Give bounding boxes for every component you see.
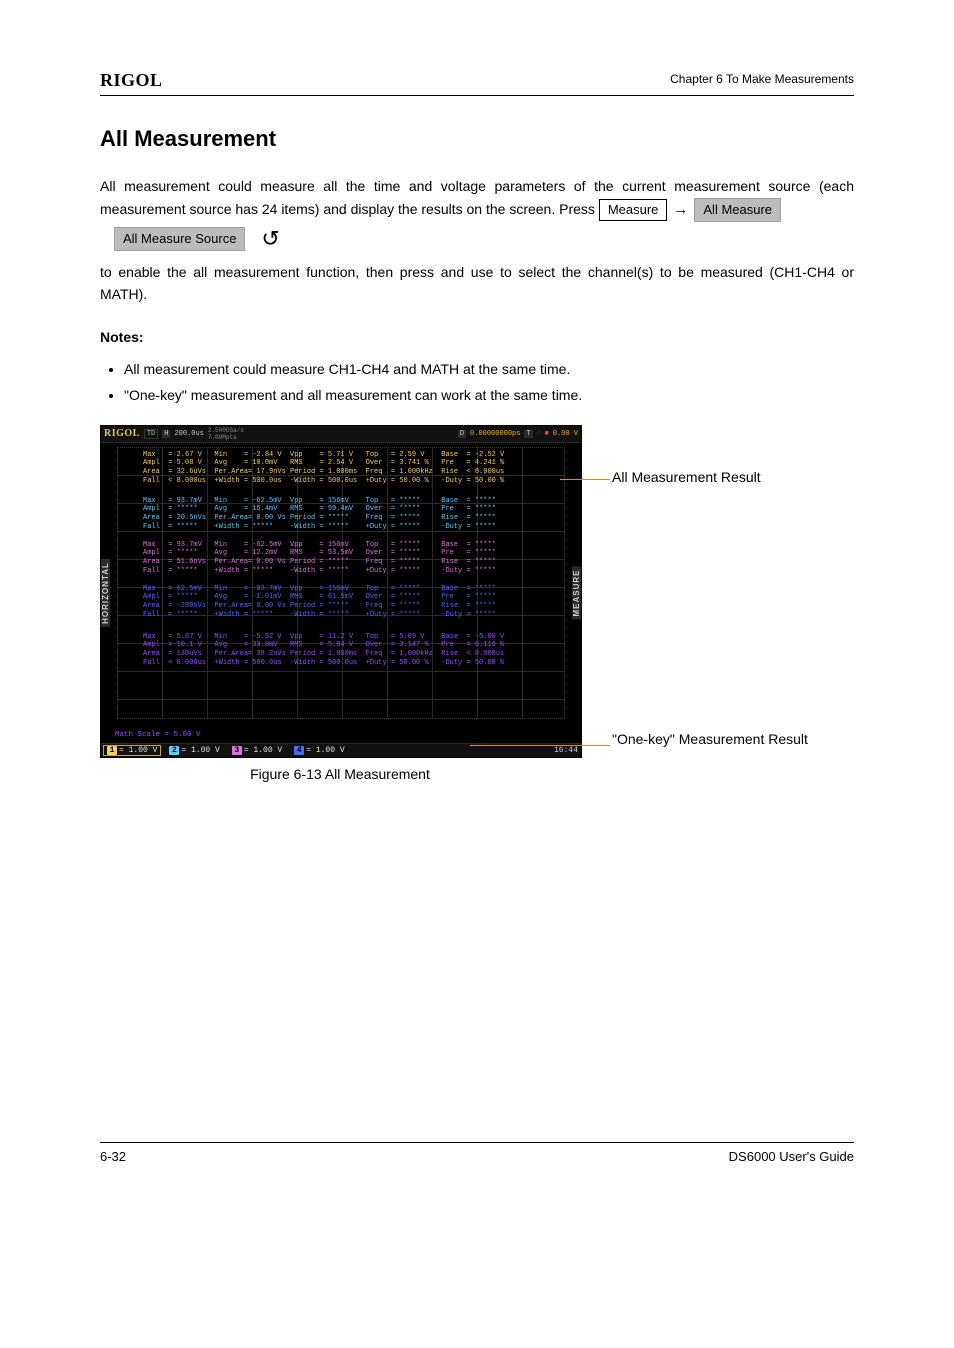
delay-value: 0.00000000ps (470, 430, 520, 438)
measure-row: Area = 51.6nVs Per.Area= 0.00 Vs Period … (143, 558, 559, 567)
srate-bot: 7.00Mpts (208, 434, 237, 441)
measure-row: Max = 93.7mV Min = -62.5mV Vpp = 156mV T… (143, 497, 559, 506)
note-item: All measurement could measure CH1-CH4 an… (124, 359, 854, 381)
channel-num: 3 (232, 746, 242, 755)
measure-row: Fall < 8.000us +Width = 500.0us -Width =… (143, 659, 559, 668)
scope-clock: 16:44 (554, 746, 578, 755)
header-rule (100, 95, 854, 96)
softkey-all-measure: All Measure (694, 198, 781, 222)
callout-all-measure: All Measurement Result (612, 469, 761, 485)
srate-top: 2.500GSa/s (208, 427, 244, 434)
measure-row: Area = 32.6uVs Per.Area= 17.9nVs Period … (143, 468, 559, 477)
channel-tab-1[interactable]: 1 = 1.00 V (104, 746, 160, 755)
measure-row: Area = 20.5nVs Per.Area= 0.00 Vs Period … (143, 514, 559, 523)
run-status: TD (144, 429, 158, 439)
channel-tab-4[interactable]: 4 = 1.00 V (291, 746, 347, 755)
measure-row: Fall < 8.000us +Width = 500.0us -Width =… (143, 477, 559, 486)
stop-icon: ■ (545, 430, 549, 438)
para-text-tail: and use (441, 264, 500, 280)
measure-row: Area = 130uVs Per.Area= 38.2nVs Period =… (143, 650, 559, 659)
measure-row: Max = 5.67 V Min = -5.52 V Vpp = 11.2 V … (143, 633, 559, 642)
channel-tab-3[interactable]: 3 = 1.00 V (229, 746, 285, 755)
channel-num: 1 (107, 746, 117, 755)
h-icon: H (162, 430, 170, 438)
knob-icon: ↺ (261, 222, 279, 256)
callout-line (560, 479, 610, 480)
measure-row: Ampl = ***** Avg = -1.01mV RMS = 61.5mV … (143, 593, 559, 602)
sample-rate: 2.500GSa/s 7.00Mpts (208, 427, 244, 441)
math-scale-footer: Math Scale = 5.00 V (115, 731, 201, 739)
scope-waveform-area: HORIZONTAL MEASURE Max = 2.67 V Min = -2… (101, 443, 581, 743)
measure-row: Max = 2.67 V Min = -2.84 V Vpp = 5.71 V … (143, 451, 559, 460)
para-text-post: to enable the all measurement function, … (100, 264, 441, 280)
measure-row: Fall = ***** +Width = ***** -Width = ***… (143, 523, 559, 532)
hardkey-measure: Measure (599, 199, 668, 221)
channel-scale: = 1.00 V (306, 746, 344, 755)
measure-side-label: MEASURE (572, 566, 581, 619)
measure-row: Max = 93.7mV Min = -62.5mV Vpp = 156mV T… (143, 541, 559, 550)
d-icon: D (458, 430, 466, 438)
channel-scale: = 1.00 V (181, 746, 219, 755)
grid (117, 447, 565, 719)
measure-row: Ampl = ***** Avg = 12.2mV RMS = 53.5mV O… (143, 549, 559, 558)
all-measure-math: Max = 5.67 V Min = -5.52 V Vpp = 11.2 V … (143, 633, 559, 668)
channel-num: 4 (294, 746, 304, 755)
body-paragraph: All measurement could measure all the ti… (100, 176, 854, 256)
measure-row: Area = -200nVs Per.Area= 0.00 Vs Period … (143, 602, 559, 611)
all-measure-ch2: Max = 93.7mV Min = -62.5mV Vpp = 156mV T… (143, 497, 559, 532)
measure-row: Ampl = 10.1 V Avg = 33.8mV RMS = 5.04 V … (143, 641, 559, 650)
channel-scale: = 1.00 V (119, 746, 157, 755)
scope-logo: RIGOL (104, 428, 140, 439)
t-icon: T (524, 430, 532, 438)
measure-row: Ampl = 5.08 V Avg = 10.0mV RMS = 2.54 V … (143, 459, 559, 468)
page-number: 6-32 (100, 1149, 126, 1164)
notes-list: All measurement could measure CH1-CH4 an… (100, 359, 854, 406)
callout-line (470, 745, 610, 746)
arrow-icon: → (673, 198, 688, 221)
all-measure-ch1: Max = 2.67 V Min = -2.84 V Vpp = 5.71 V … (143, 451, 559, 486)
measure-row: Fall = ***** +Width = ***** -Width = ***… (143, 611, 559, 620)
figure-wrap: RIGOL TD H 200.0us 2.500GSa/s 7.00Mpts D… (100, 425, 854, 782)
chapter-label: Chapter 6 To Make Measurements (670, 72, 854, 86)
page-footer: 6-32 DS6000 User's Guide (100, 1142, 854, 1164)
note-item: "One-key" measurement and all measuremen… (124, 385, 854, 407)
softkey-all-measure-source: All Measure Source (114, 227, 245, 251)
channel-scale: = 1.00 V (244, 746, 282, 755)
figure-caption: Figure 6-13 All Measurement (100, 766, 580, 782)
measure-row: Ampl = ***** Avg = 15.4mV RMS = 59.4mV O… (143, 505, 559, 514)
channel-tab-2[interactable]: 2 = 1.00 V (166, 746, 222, 755)
all-measure-ch4: Max = 62.5mV Min = -93.7mV Vpp = 156mV T… (143, 585, 559, 620)
measure-row: Fall = ***** +Width = ***** -Width = ***… (143, 567, 559, 576)
notes-heading: Notes: (100, 329, 854, 345)
channel-num: 2 (169, 746, 179, 755)
all-measure-ch3: Max = 93.7mV Min = -62.5mV Vpp = 156mV T… (143, 541, 559, 576)
scope-screenshot: RIGOL TD H 200.0us 2.500GSa/s 7.00Mpts D… (100, 425, 582, 758)
scope-top-bar: RIGOL TD H 200.0us 2.500GSa/s 7.00Mpts D… (101, 426, 581, 443)
section-title: All Measurement (100, 126, 854, 152)
body-paragraph-2: to enable the all measurement function, … (100, 262, 854, 305)
callout-one-key: "One-key" Measurement Result (612, 731, 808, 747)
trigger-edge-icon: 𝄐 (537, 430, 541, 438)
trigger-level: 0.00 V (553, 430, 578, 438)
horizontal-scale: 200.0us (174, 430, 203, 438)
doc-title: DS6000 User's Guide (729, 1149, 854, 1164)
horizontal-side-label: HORIZONTAL (101, 559, 110, 627)
measure-row: Max = 62.5mV Min = -93.7mV Vpp = 156mV T… (143, 585, 559, 594)
